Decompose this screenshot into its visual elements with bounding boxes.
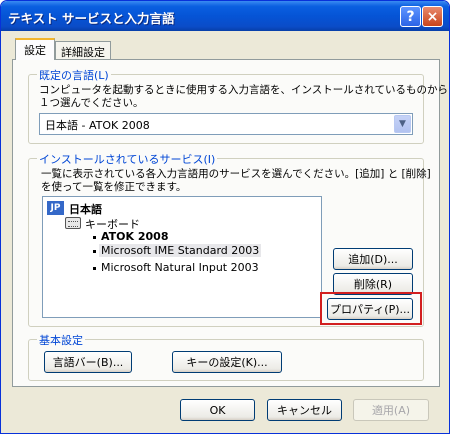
language-bar-button[interactable]: 言語バー(B)... xyxy=(44,351,132,373)
window-title: テキスト サービスと入力言語 xyxy=(8,11,175,26)
tree-item-ms-ime-standard[interactable]: Microsoft IME Standard 2003 xyxy=(99,244,262,257)
help-button[interactable]: ? xyxy=(400,6,421,27)
default-language-value: 日本語 - ATOK 2008 xyxy=(45,119,150,132)
services-tree[interactable]: JP 日本語 キーボード ATOK 2008 Microsoft IME Sta… xyxy=(42,196,322,318)
default-language-title: 既定の言語(L) xyxy=(37,67,111,83)
bullet-icon xyxy=(93,250,96,253)
installed-services-title: インストールされているサービス(I) xyxy=(37,151,218,167)
language-jp-icon: JP xyxy=(47,201,64,215)
default-language-description-2: １つ選んでください。 xyxy=(39,97,144,109)
add-button[interactable]: 追加(D)... xyxy=(333,248,413,270)
installed-services-description-1: 一覧に表示されている各入力言語用のサービスを選んでください。[追加] と [削除… xyxy=(41,168,431,180)
key-settings-button[interactable]: キーの設定(K)... xyxy=(172,351,282,373)
tree-item-atok[interactable]: ATOK 2008 xyxy=(101,230,168,243)
properties-highlight-box xyxy=(320,292,422,325)
basic-settings-title: 基本設定 xyxy=(37,332,85,348)
tree-item-ms-natural-input[interactable]: Microsoft Natural Input 2003 xyxy=(101,261,259,274)
title-bar[interactable]: テキスト サービスと入力言語 ? × xyxy=(1,1,449,31)
chevron-down-icon[interactable]: ▼ xyxy=(394,115,411,133)
bullet-icon xyxy=(93,236,96,239)
default-language-dropdown[interactable]: 日本語 - ATOK 2008 ▼ xyxy=(39,113,413,135)
apply-button[interactable]: 適用(A) xyxy=(353,399,429,421)
keyboard-icon xyxy=(65,217,81,229)
default-language-description-1: コンピュータを起動するときに使用する入力言語を、インストールされているものから xyxy=(39,84,448,96)
dialog-window: テキスト サービスと入力言語 ? × 設定 詳細設定 既定の言語(L) コンピュ… xyxy=(0,0,450,434)
ok-button[interactable]: OK xyxy=(180,399,255,421)
tab-settings[interactable]: 設定 xyxy=(15,38,55,60)
tree-item-language[interactable]: 日本語 xyxy=(69,201,102,217)
cancel-button[interactable]: キャンセル xyxy=(267,399,342,421)
installed-services-description-2: を使って一覧を修正できます。 xyxy=(41,181,187,193)
tab-advanced-settings[interactable]: 詳細設定 xyxy=(55,41,111,61)
close-button[interactable]: × xyxy=(422,6,443,27)
bullet-icon xyxy=(93,267,96,270)
